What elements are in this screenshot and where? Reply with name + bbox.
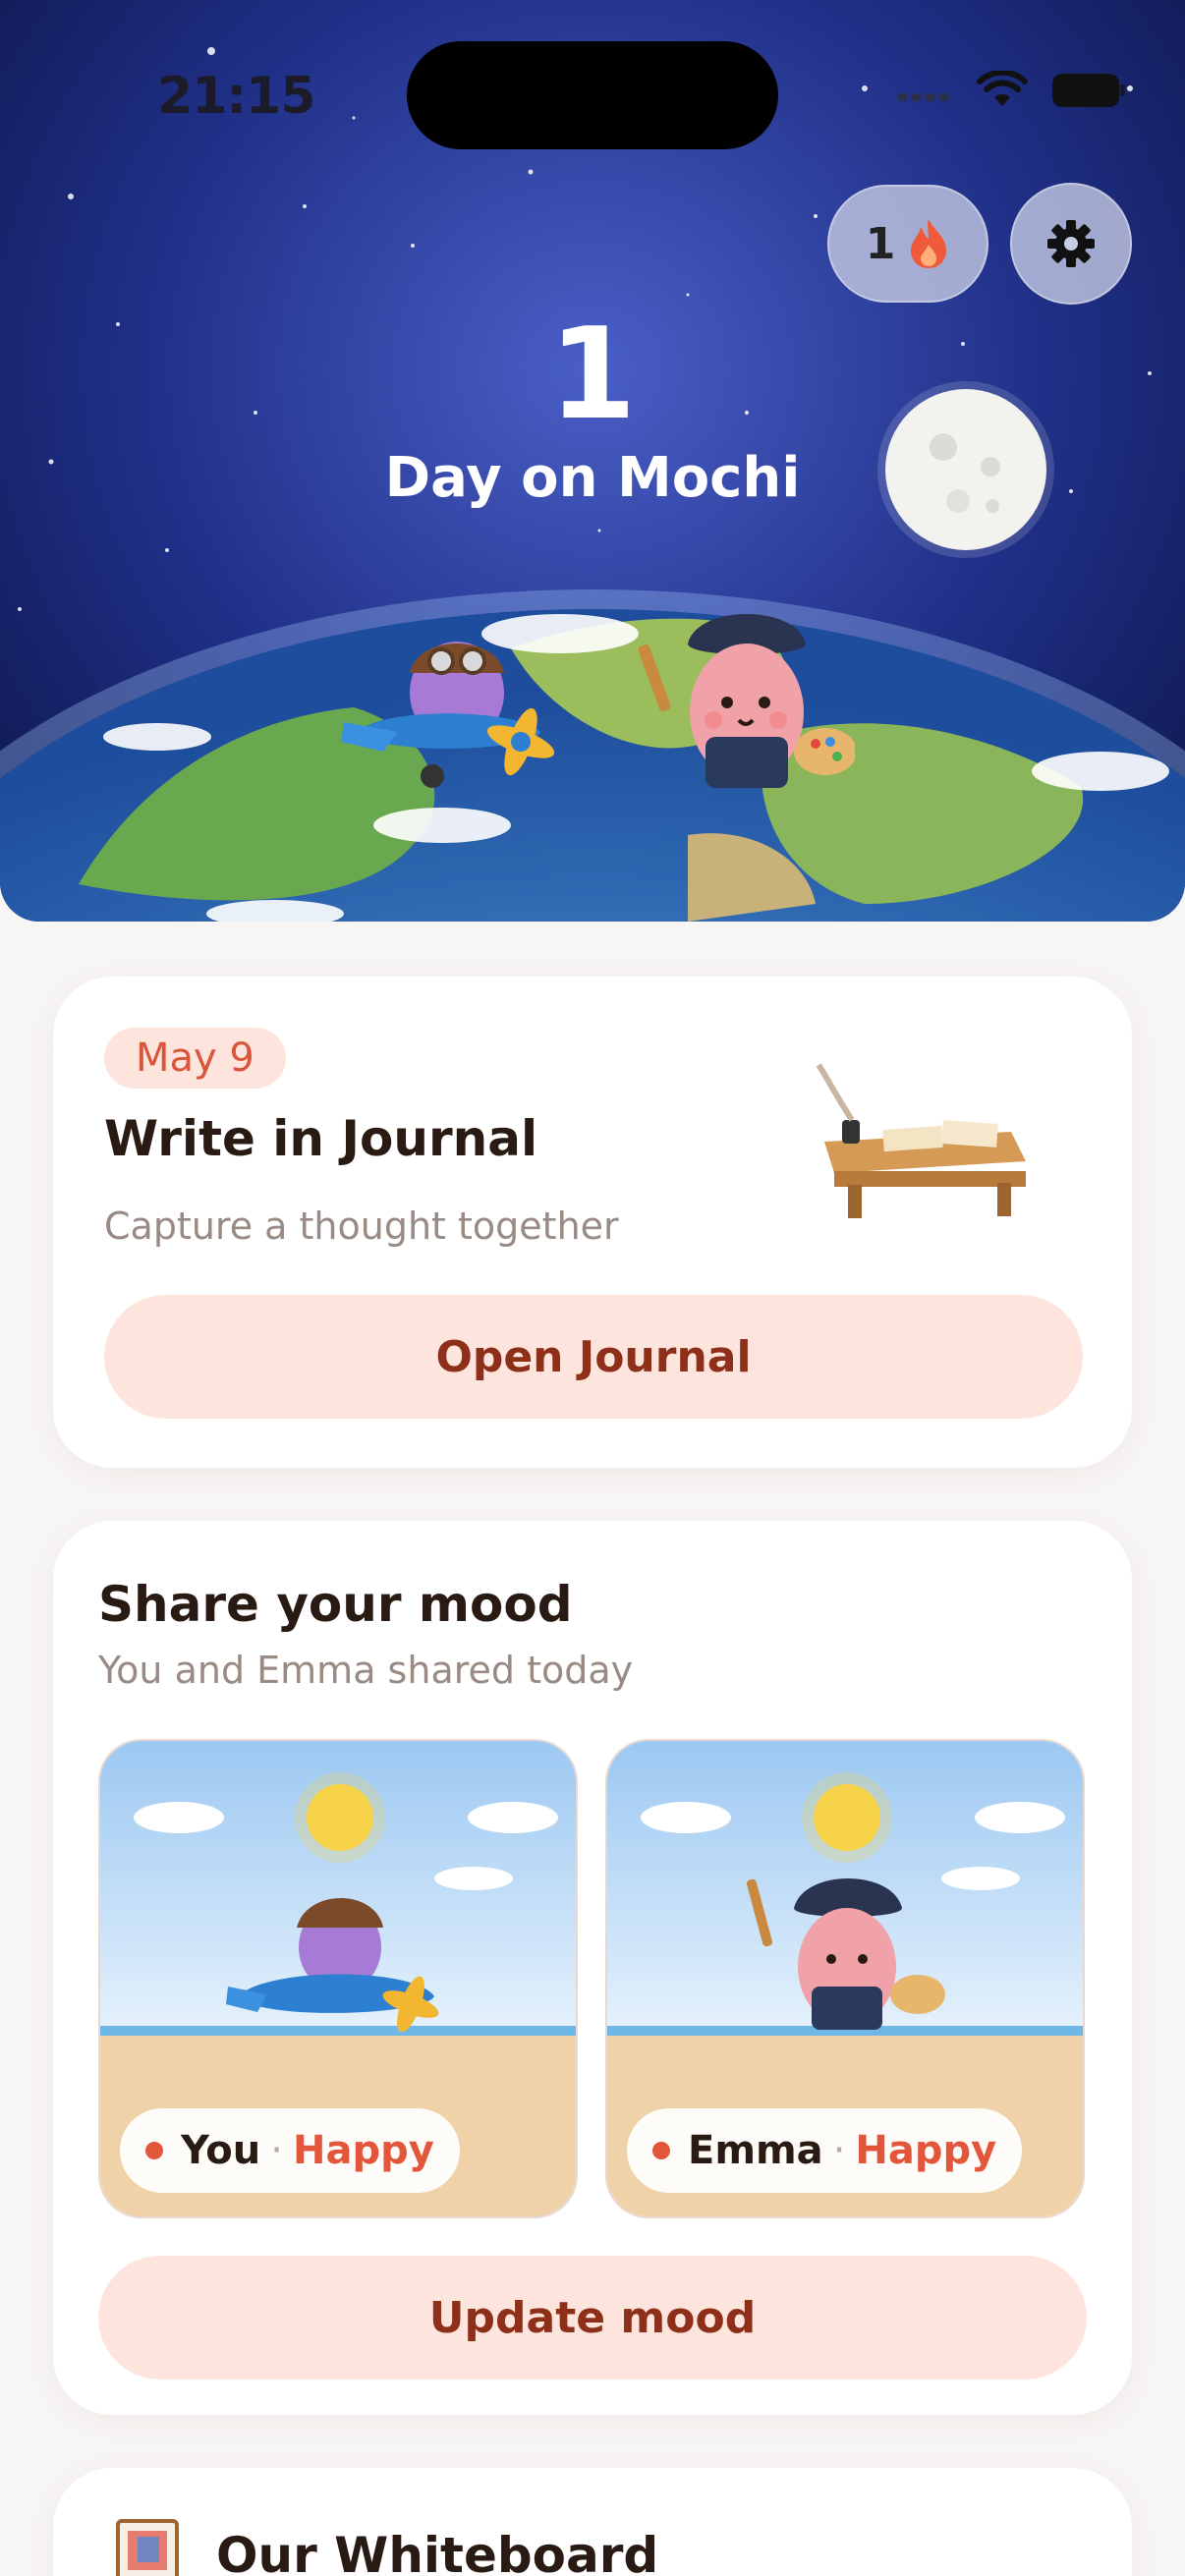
status-dot (652, 2142, 670, 2159)
mood-title: Share your mood (98, 1576, 573, 1633)
streak-button[interactable]: 1 (827, 185, 988, 303)
status-icons (898, 71, 1126, 110)
easel-icon (116, 2519, 179, 2576)
earth-illustration (0, 589, 1185, 922)
mood-value: Happy (292, 2128, 434, 2173)
moon-illustration (877, 381, 1054, 558)
whiteboard-card[interactable]: Our Whiteboard (53, 2468, 1132, 2576)
mood-tag-you: You · Happy (120, 2108, 460, 2193)
flame-icon (911, 219, 947, 268)
mood-subtitle: You and Emma shared today (98, 1649, 634, 1692)
dynamic-island (407, 41, 778, 149)
mood-separator: · (270, 2128, 283, 2173)
gear-icon (1047, 220, 1095, 267)
status-time: 21:15 (157, 67, 316, 126)
journal-title: Write in Journal (104, 1110, 538, 1167)
hero-banner: 21:15 1 1 Day on Mochi (0, 0, 1185, 922)
mood-value: Happy (855, 2128, 997, 2173)
mood-person-name: You (181, 2128, 261, 2173)
pilot-character-illustration (341, 642, 555, 788)
journal-card: May 9 Write in Journal Capture a thought… (53, 977, 1132, 1468)
open-journal-button[interactable]: Open Journal (104, 1295, 1083, 1419)
journal-date-badge: May 9 (104, 1028, 286, 1089)
update-mood-button[interactable]: Update mood (98, 2256, 1087, 2380)
streak-count: 1 (865, 218, 896, 269)
writing-desk-illustration (816, 1063, 1026, 1218)
mood-card: Share your mood You and Emma shared toda… (53, 1521, 1132, 2415)
whiteboard-title: Our Whiteboard (216, 2527, 659, 2576)
status-dot (145, 2142, 163, 2159)
wifi-icon (977, 71, 1028, 106)
painter-character-illustration (638, 614, 855, 788)
signal-icon (898, 93, 948, 101)
settings-button[interactable] (1010, 183, 1132, 305)
mood-person-name: Emma (688, 2128, 823, 2173)
mood-tag-emma: Emma · Happy (627, 2108, 1023, 2193)
battery-icon (1052, 74, 1125, 107)
mood-separator: · (832, 2128, 846, 2173)
mood-tile-you[interactable]: You · Happy (98, 1739, 578, 2218)
mood-tile-emma[interactable]: Emma · Happy (605, 1739, 1085, 2218)
journal-subtitle: Capture a thought together (104, 1204, 619, 1248)
